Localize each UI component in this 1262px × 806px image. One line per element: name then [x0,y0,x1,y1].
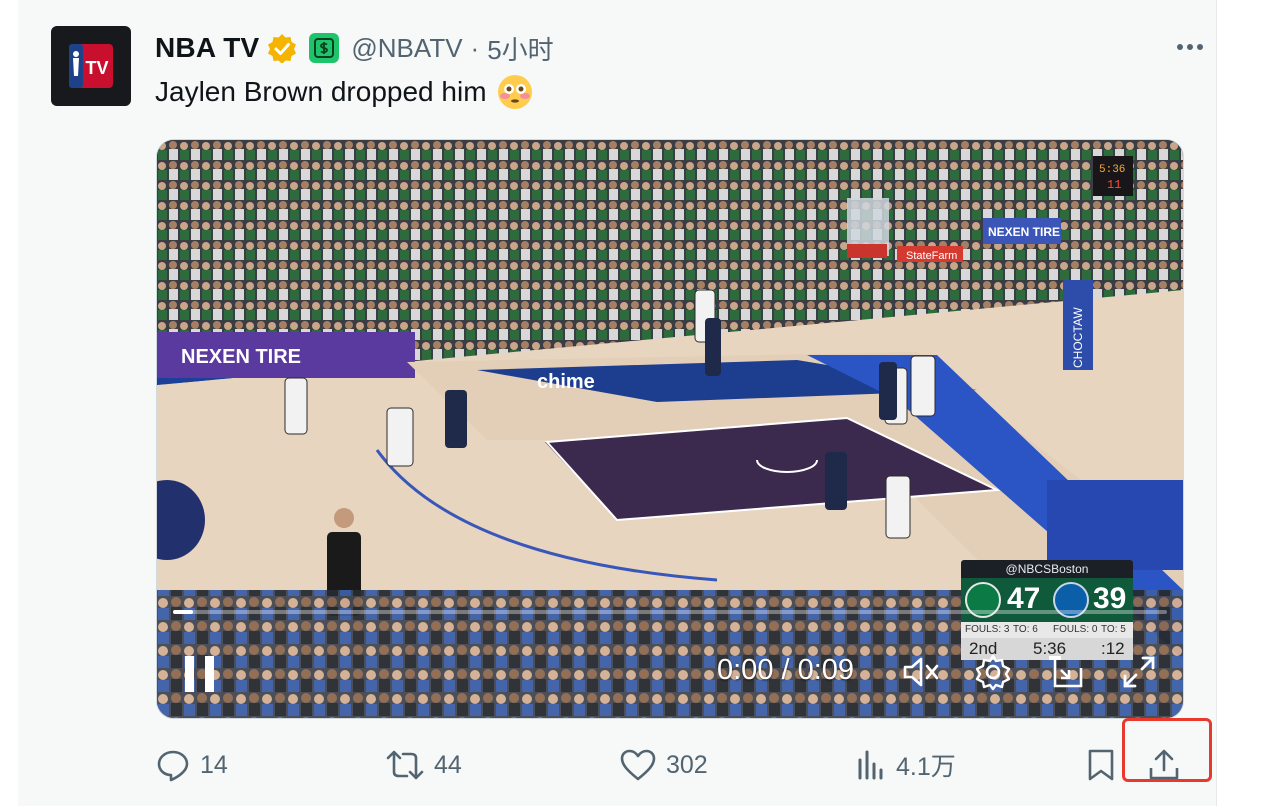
author-handle[interactable]: @NBATV [351,33,462,64]
nba-tv-avatar[interactable]: TV [51,26,131,106]
like-button[interactable]: 302 [620,740,708,790]
share-button-highlight-box [1122,718,1212,782]
fullscreen-icon[interactable] [1119,652,1159,692]
reply-button[interactable]: 14 [156,740,228,790]
views-bar-chart-icon [858,750,883,780]
verified-badge-icon[interactable] [267,33,297,63]
views-button[interactable]: 4.1万 [856,740,956,790]
retweet-count: 44 [434,750,462,779]
video-progress-bar[interactable] [173,610,1167,614]
heart-icon [620,749,656,781]
settings-gear-icon[interactable] [973,652,1013,692]
tweet-text-body: Jaylen Brown dropped him [155,76,487,107]
retweet-icon [386,750,424,780]
more-options-icon[interactable] [1170,32,1210,62]
pause-button[interactable] [185,656,217,692]
tweet-actions: 14 44 302 4.1万 [0,740,1262,790]
video-progress-fill [173,610,193,614]
mute-icon[interactable] [901,652,941,692]
svg-text:TV: TV [85,58,108,78]
like-count: 302 [666,750,708,779]
video-timecode: 0:00 / 0:09 [717,654,855,686]
tweet-header: NBA TV @NBATV · 5小时 [155,28,554,68]
video-controls: 0:00 / 0:09 [157,140,1183,718]
tweet-time[interactable]: 5小时 [487,30,553,67]
tweet-text: Jaylen Brown dropped him [155,74,533,110]
cashtag-icon[interactable] [309,33,340,63]
bookmark-button[interactable] [1086,740,1116,790]
reply-count: 14 [200,750,228,779]
reply-icon [157,750,189,782]
flushed-face-emoji-icon [497,75,532,109]
header-separator: · [470,32,480,63]
video-player[interactable]: NEXEN TIRE chime StateFarm NEXEN TIRE 5:… [156,139,1184,719]
bookmark-icon [1088,749,1114,781]
view-count: 4.1万 [896,753,956,781]
picture-in-picture-icon[interactable] [1047,652,1087,692]
nba-tv-logo-icon: TV [69,44,113,88]
retweet-button[interactable]: 44 [386,740,462,790]
author-name[interactable]: NBA TV [155,32,259,64]
